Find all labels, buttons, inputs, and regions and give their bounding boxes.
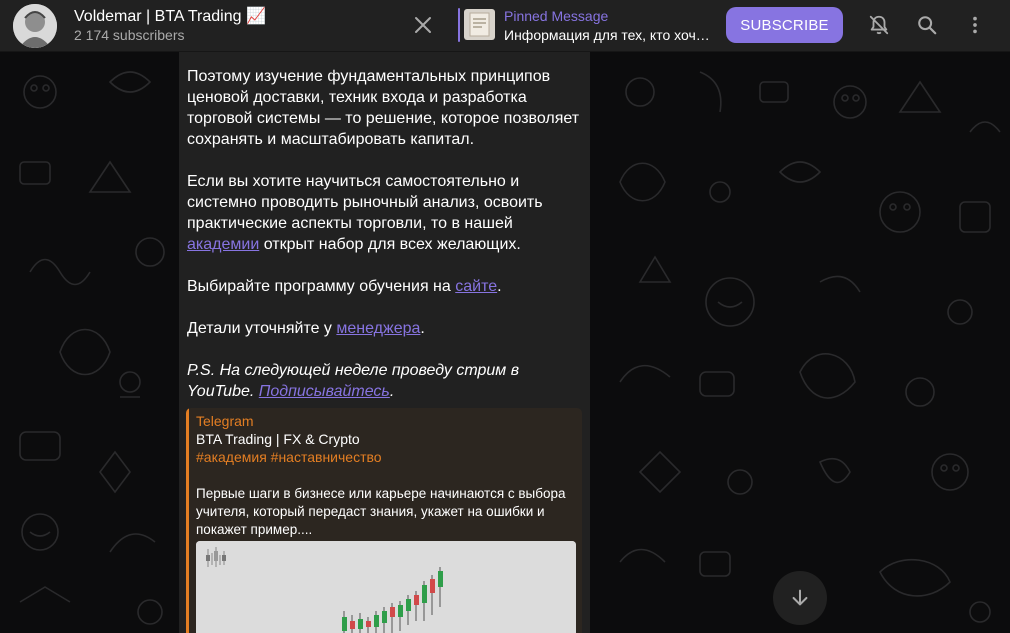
link-preview[interactable]: Telegram BTA Trading | FX & Crypto #акад… — [186, 408, 582, 633]
manager-link[interactable]: менеджера — [336, 320, 420, 337]
preview-image[interactable] — [196, 541, 576, 633]
post-paragraph-1: Поэтому изучение фундаментальных принцип… — [187, 68, 580, 148]
telegram-channel-view: Voldemar | BTA Trading 📈 2 174 subscribe… — [0, 0, 1010, 633]
text-span: . — [420, 320, 425, 337]
preview-description: Первые шаги в бизнесе или карьере начина… — [196, 486, 566, 537]
pinned-thumbnail — [464, 9, 495, 40]
post-paragraph-3: Выбирайте программу обучения на сайте. — [187, 276, 587, 297]
text-span: Если вы хотите научиться самостоятельно … — [187, 173, 543, 232]
more-button[interactable] — [962, 12, 988, 38]
close-pinned-button[interactable] — [410, 12, 436, 38]
preview-hashtags[interactable]: #академия #наставничество — [196, 449, 382, 465]
post-paragraph-5: P.S. На следующей неделе проведу стрим в… — [187, 360, 587, 402]
post-paragraph-2: Если вы хотите научиться самостоятельно … — [187, 171, 587, 255]
subscribe-link[interactable]: Подписывайтесь — [259, 383, 390, 400]
subscriber-count: 2 174 subscribers — [74, 27, 185, 43]
candlestick-chart-image — [196, 541, 576, 633]
channel-avatar[interactable] — [13, 4, 57, 48]
preview-site-name: Telegram — [196, 413, 254, 429]
post-text: Поэтому изучение фундаментальных принцип… — [187, 66, 587, 423]
pinned-message[interactable]: Pinned Message Информация для тех, кто х… — [458, 8, 710, 43]
text-span: Выбирайте программу обучения на — [187, 278, 456, 295]
document-thumbnail-icon — [469, 12, 490, 37]
mute-button[interactable] — [866, 12, 892, 38]
avatar-portrait-icon — [13, 4, 57, 48]
post-paragraph-4: Детали уточняйте у менеджера. — [187, 318, 587, 339]
pinned-label: Pinned Message — [504, 8, 609, 24]
chat-header: Voldemar | BTA Trading 📈 2 174 subscribe… — [0, 0, 1010, 52]
more-vertical-icon — [973, 16, 977, 34]
pinned-text: Информация для тех, кто хочет... — [504, 27, 710, 43]
close-icon — [415, 17, 431, 33]
text-span: . — [497, 278, 502, 295]
text-span: Детали уточняйте у — [187, 320, 337, 337]
search-button[interactable] — [914, 12, 940, 38]
preview-title: BTA Trading | FX & Crypto — [196, 431, 360, 447]
preview-accent-bar — [186, 408, 189, 633]
pinned-accent-bar — [458, 8, 460, 42]
bell-off-icon — [869, 15, 889, 35]
site-link[interactable]: сайте — [455, 278, 497, 295]
scroll-to-bottom-button[interactable] — [773, 571, 827, 625]
channel-title[interactable]: Voldemar | BTA Trading 📈 — [74, 6, 266, 26]
subscribe-button[interactable]: SUBSCRIBE — [726, 7, 843, 43]
search-icon — [918, 16, 937, 35]
academy-link[interactable]: академии — [187, 236, 259, 253]
text-span: . — [389, 383, 395, 400]
arrow-down-icon — [792, 589, 808, 606]
text-span: открыт набор для всех желающих. — [259, 236, 521, 253]
